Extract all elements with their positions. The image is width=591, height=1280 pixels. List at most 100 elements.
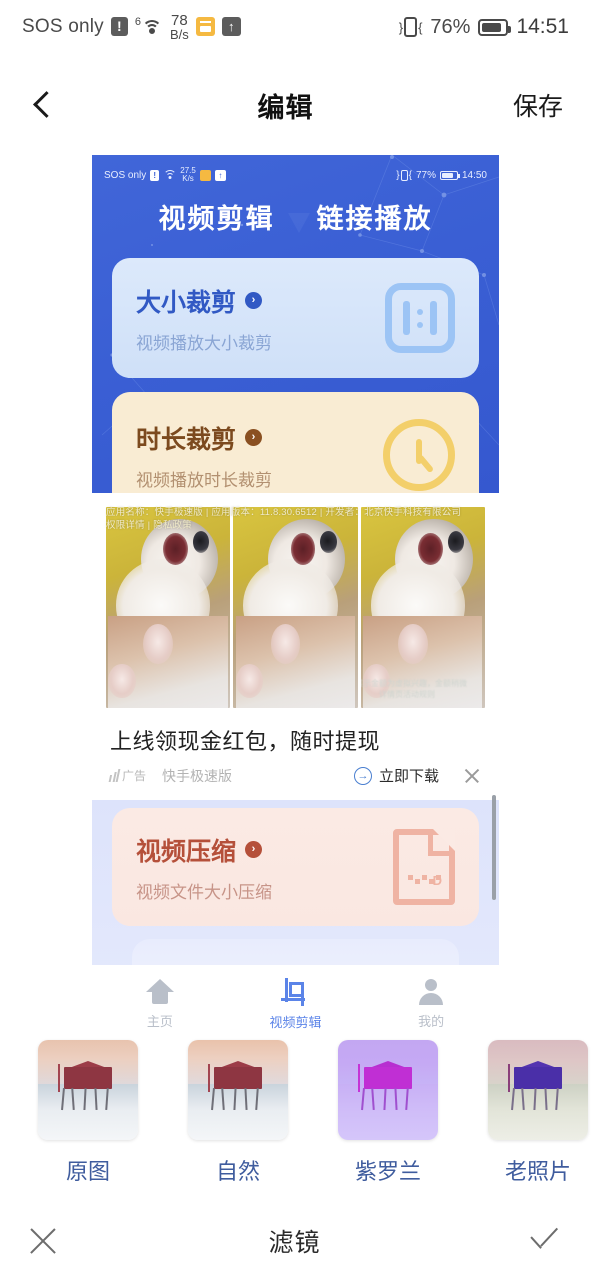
inner-bottom-nav: 主页 视频剪辑 我的: [92, 966, 499, 1038]
inner-speed-unit: K/s: [182, 174, 194, 183]
action-bar-title: 滤镜: [268, 1229, 321, 1257]
status-bar-right: }{ 76% 14:51: [399, 15, 569, 39]
inner-network-speed: 27.5 K/s: [180, 167, 196, 183]
filter-thumbnail: [488, 1040, 588, 1140]
filter-thumbnail: [38, 1040, 138, 1140]
compress-section: 视频压缩 › 视频文件大小压缩 D: [92, 800, 499, 965]
action-bar: 滤镜: [0, 1202, 591, 1280]
next-card-peek: [132, 939, 459, 965]
card-video-compress-title: 视频压缩: [136, 837, 237, 866]
filter-label: 紫罗兰: [354, 1159, 421, 1184]
page-title: 编辑: [257, 92, 314, 123]
confirm-button[interactable]: [529, 1226, 565, 1256]
card-size-crop-title-row: 大小裁剪 ›: [136, 283, 272, 319]
zip-file-icon: D: [393, 829, 455, 905]
filter-item-natural[interactable]: 自然: [188, 1040, 288, 1200]
inner-clock-label: 14:50: [461, 169, 487, 181]
status-bar: SOS only ! 6 78 B/s }{ 76% 14:51: [0, 0, 591, 54]
filter-item-original[interactable]: 原图: [38, 1040, 138, 1200]
nav-item-mine[interactable]: 我的: [381, 979, 481, 1030]
card-duration-crop[interactable]: 时长裁剪 › 视频播放时长裁剪: [112, 392, 479, 493]
inner-battery-percent: 77%: [415, 169, 436, 181]
ad-legal-line-1: 应用名称：快手极速版 | 应用版本：11.8.30.6512 | 开发者：北京快…: [106, 507, 462, 518]
filter-item-violet[interactable]: 紫罗兰: [338, 1040, 438, 1200]
status-bar-left: SOS only ! 6 78 B/s: [22, 11, 241, 43]
hero-section: SOS only ! 27.5 K/s ↑ }{ 77% 14:50 视频剪辑 …: [92, 155, 499, 493]
inner-battery-icon: [439, 170, 460, 180]
crop-icon: [281, 977, 309, 1006]
ad-download-button[interactable]: → 立即下载: [353, 765, 439, 786]
ad-image-pane: [106, 507, 231, 708]
battery-icon: [478, 18, 512, 36]
upload-icon: [221, 17, 241, 37]
tab-video-edit[interactable]: 视频剪辑: [159, 197, 275, 236]
inner-alert-icon: !: [150, 169, 160, 181]
nav-label-mine: 我的: [418, 1013, 445, 1029]
card-duration-crop-subtitle: 视频播放时长裁剪: [136, 470, 272, 490]
vibrate-icon: }{: [399, 17, 422, 37]
inner-status-bar: SOS only ! 27.5 K/s ↑ }{ 77% 14:50: [92, 155, 499, 183]
card-size-crop[interactable]: 大小裁剪 › 视频播放大小裁剪: [112, 258, 479, 378]
hero-tabs: 视频剪辑 链接播放: [92, 197, 499, 236]
filter-thumbnail: [338, 1040, 438, 1140]
hero-cards: 大小裁剪 › 视频播放大小裁剪 时长裁剪 › 视频播放时长裁剪: [92, 236, 499, 493]
phone-screen: SOS only ! 6 78 B/s }{ 76% 14:51 编辑 保存: [0, 0, 591, 1280]
ad-brand-label: 快手极速版: [162, 767, 233, 784]
aspect-ratio-icon: [385, 283, 455, 353]
card-duration-crop-title: 时长裁剪: [136, 425, 237, 454]
home-icon: [146, 979, 174, 1005]
card-video-compress-subtitle: 视频文件大小压缩: [136, 882, 272, 902]
card-video-compress[interactable]: 视频压缩 › 视频文件大小压缩 D: [112, 808, 479, 926]
advertisement[interactable]: 所展示金额为虚拟兴趣，金额稍微详情页活动规则 应用名称：快手极速版 | 应用版本…: [92, 493, 499, 800]
ad-image-pane: 所展示金额为虚拟兴趣，金额稍微详情页活动规则: [360, 507, 485, 708]
ad-download-label: 立即下载: [378, 768, 439, 785]
app-bar: 编辑 保存: [0, 72, 591, 138]
ad-legal-line-2: 权限详情 | 隐私政策: [106, 519, 192, 531]
card-video-compress-title-row: 视频压缩 ›: [136, 832, 272, 868]
network-speed: 78 B/s: [169, 11, 189, 43]
nav-label-video-edit: 视频剪辑: [269, 1014, 322, 1030]
inner-wifi-icon: [163, 170, 177, 180]
ad-image-strip: 所展示金额为虚拟兴趣，金额稍微详情页活动规则 应用名称：快手极速版 | 应用版本…: [92, 493, 499, 708]
nav-item-home[interactable]: 主页: [110, 979, 210, 1030]
network-speed-unit: B/s: [169, 27, 189, 43]
filter-label: 老照片: [504, 1159, 571, 1184]
nav-item-video-edit[interactable]: 视频剪辑: [245, 977, 345, 1031]
inner-upload-icon: ↑: [214, 169, 226, 181]
battery-percent-label: 76%: [430, 15, 471, 38]
preview-scrollbar[interactable]: [492, 795, 496, 900]
clock-icon: [383, 419, 455, 491]
card-size-crop-subtitle: 视频播放大小裁剪: [136, 333, 272, 353]
wifi-generation-label: 6: [134, 16, 141, 29]
ad-waves-icon: [108, 769, 121, 782]
wallet-icon: [195, 17, 215, 37]
filter-strip[interactable]: 原图 自然 紫罗兰 老照片: [0, 1040, 591, 1200]
inner-vibrate-icon: }{: [396, 169, 412, 181]
nav-label-home: 主页: [146, 1013, 173, 1029]
ad-legal-text: 应用名称：快手极速版 | 应用版本：11.8.30.6512 | 开发者：北京快…: [106, 507, 485, 533]
alert-icon: !: [110, 17, 128, 37]
inner-wallet-icon: [199, 169, 211, 181]
ad-footer: 广告 快手极速版 → 立即下载: [92, 756, 499, 800]
cancel-button[interactable]: [26, 1224, 60, 1258]
save-button[interactable]: 保存: [513, 87, 563, 123]
filter-label: 自然: [215, 1159, 260, 1184]
ad-image-pane: [233, 507, 358, 708]
image-preview[interactable]: SOS only ! 27.5 K/s ↑ }{ 77% 14:50 视频剪辑 …: [92, 155, 499, 965]
ad-badge-label: 广告: [122, 769, 147, 783]
tab-link-play[interactable]: 链接播放: [317, 197, 433, 236]
user-icon: [418, 979, 444, 1005]
ad-close-icon[interactable]: [463, 767, 481, 785]
clock-label: 14:51: [516, 15, 569, 38]
filter-thumbnail: [188, 1040, 288, 1140]
ad-badge: 广告: [108, 767, 147, 784]
download-arrow-icon: →: [353, 766, 372, 785]
chevron-right-icon: ›: [245, 429, 263, 446]
chevron-right-icon: ›: [245, 841, 263, 858]
back-chevron-icon[interactable]: [28, 90, 58, 120]
network-speed-value: 78: [171, 11, 188, 29]
filter-item-old-photo[interactable]: 老照片: [488, 1040, 588, 1200]
wifi-icon: 6: [135, 17, 163, 36]
ad-overlay-note: 所展示金额为虚拟兴趣，金额稍微详情页活动规则: [361, 678, 467, 699]
ad-headline: 上线领现金红包，随时提现: [110, 729, 381, 754]
